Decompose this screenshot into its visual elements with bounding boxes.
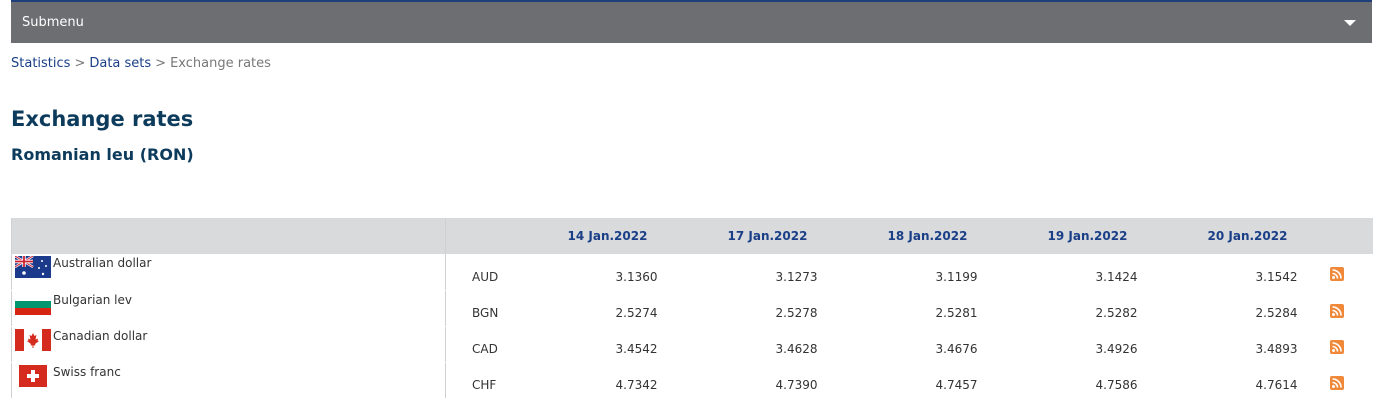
- currency-name: Swiss franc: [53, 364, 121, 379]
- currency-code: CAD: [445, 326, 528, 363]
- rate-value: 3.1424: [1007, 254, 1168, 291]
- exchange-rates-table: 14 Jan.2022 17 Jan.2022 18 Jan.2022 19 J…: [11, 218, 1373, 399]
- header-date: 19 Jan.2022: [1047, 229, 1128, 243]
- rate-value: 4.7614: [1167, 362, 1328, 399]
- page-title: Exchange rates: [11, 107, 194, 131]
- chevron-down-icon[interactable]: [1344, 19, 1356, 26]
- bulgaria-flag-icon: [15, 292, 51, 315]
- header-code: [446, 218, 528, 254]
- rate-value: 2.5284: [1167, 290, 1328, 327]
- rss-icon[interactable]: [1329, 339, 1344, 354]
- rate-value: 3.4893: [1167, 326, 1328, 363]
- breadcrumb: Statistics > Data sets > Exchange rates: [11, 56, 271, 71]
- breadcrumb-separator: >: [74, 56, 86, 71]
- rate-value: 3.4676: [847, 326, 1008, 363]
- currency-name-cell: Australian dollar: [11, 254, 446, 291]
- rss-cell: [1327, 326, 1373, 363]
- currency-code: AUD: [445, 254, 528, 291]
- currency-name-cell: Swiss franc: [11, 362, 446, 399]
- header-date: 20 Jan.2022: [1207, 229, 1288, 243]
- breadcrumb-link-data-sets[interactable]: Data sets: [89, 56, 151, 71]
- rate-value: 3.1273: [687, 254, 848, 291]
- submenu-bar[interactable]: Submenu: [11, 0, 1372, 43]
- canada-flag-icon: [15, 328, 51, 351]
- page-subtitle: Romanian leu (RON): [11, 145, 194, 164]
- rate-value: 4.7586: [1007, 362, 1168, 399]
- header-currency: [11, 218, 446, 254]
- rate-value: 4.7390: [687, 362, 848, 399]
- rate-value: 3.1542: [1167, 254, 1328, 291]
- header-rss: [1328, 218, 1373, 254]
- rss-cell: [1327, 290, 1373, 327]
- table-row: Canadian dollar CAD 3.4542 3.4628 3.4676…: [11, 326, 1373, 363]
- submenu-label: Submenu: [22, 15, 84, 30]
- rss-cell: [1327, 362, 1373, 399]
- breadcrumb-link-statistics[interactable]: Statistics: [11, 56, 70, 71]
- rss-icon[interactable]: [1329, 267, 1344, 282]
- table-header-row: 14 Jan.2022 17 Jan.2022 18 Jan.2022 19 J…: [11, 218, 1373, 254]
- switzerland-flag-icon: [15, 364, 51, 387]
- breadcrumb-current: Exchange rates: [170, 56, 271, 71]
- australia-flag-icon: [15, 256, 51, 278]
- rate-value: 2.5274: [527, 290, 688, 327]
- rate-value: 2.5281: [847, 290, 1008, 327]
- currency-name: Australian dollar: [53, 256, 152, 270]
- rate-value: 3.1360: [527, 254, 688, 291]
- rate-value: 3.4628: [687, 326, 848, 363]
- breadcrumb-separator: >: [155, 56, 167, 71]
- rate-value: 4.7342: [527, 362, 688, 399]
- rate-value: 3.4542: [527, 326, 688, 363]
- rss-icon[interactable]: [1329, 375, 1344, 390]
- table-row: Bulgarian lev BGN 2.5274 2.5278 2.5281 2…: [11, 290, 1373, 327]
- rate-value: 3.4926: [1007, 326, 1168, 363]
- currency-name-cell: Canadian dollar: [11, 326, 446, 363]
- table-row: Swiss franc CHF 4.7342 4.7390 4.7457 4.7…: [11, 362, 1373, 399]
- currency-name: Canadian dollar: [53, 328, 148, 343]
- rate-value: 2.5278: [687, 290, 848, 327]
- rate-value: 4.7457: [847, 362, 1008, 399]
- table-row: Australian dollar AUD 3.1360 3.1273 3.11…: [11, 254, 1373, 291]
- currency-code: CHF: [445, 362, 528, 399]
- rss-icon[interactable]: [1329, 303, 1344, 318]
- currency-name-cell: Bulgarian lev: [11, 290, 446, 327]
- rate-value: 2.5282: [1007, 290, 1168, 327]
- currency-name: Bulgarian lev: [53, 292, 133, 307]
- header-date: 17 Jan.2022: [727, 229, 808, 243]
- rss-cell: [1327, 254, 1373, 291]
- header-date: 14 Jan.2022: [567, 229, 648, 243]
- header-date: 18 Jan.2022: [887, 229, 968, 243]
- currency-code: BGN: [445, 290, 528, 327]
- rate-value: 3.1199: [847, 254, 1008, 291]
